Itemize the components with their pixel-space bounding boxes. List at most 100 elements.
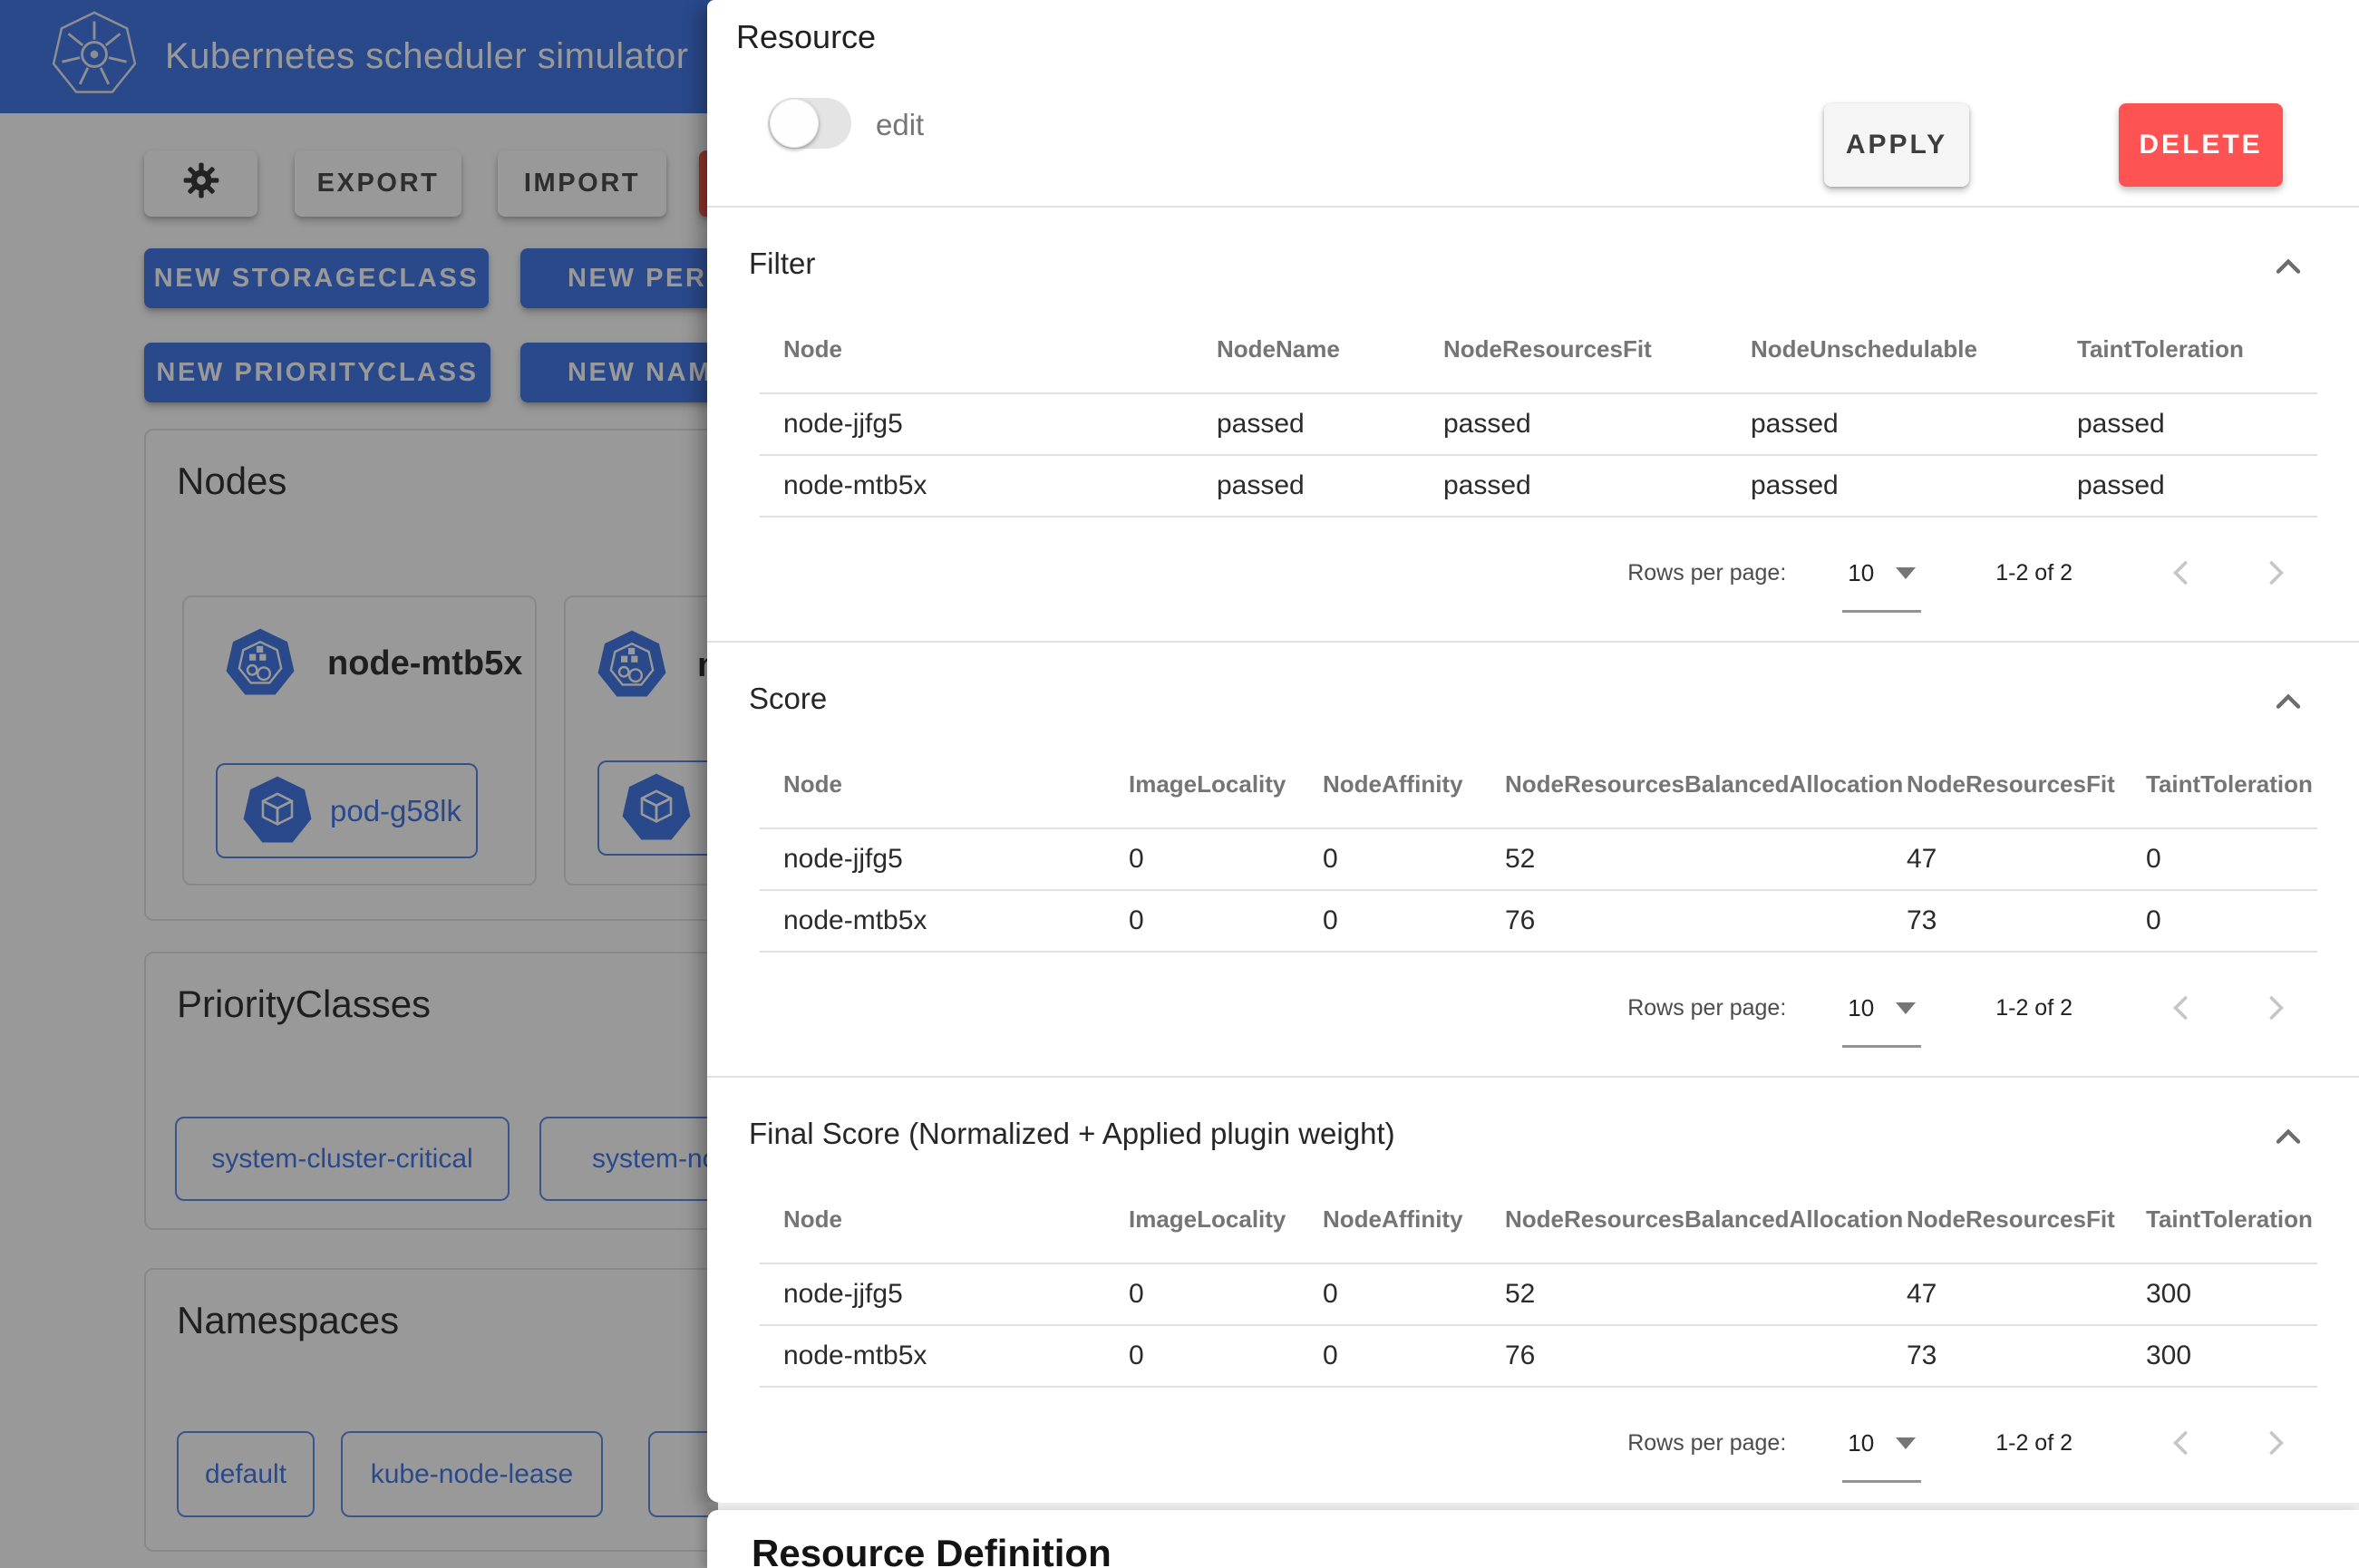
pagination-range: 1-2 of 2 bbox=[1995, 1430, 2073, 1457]
result-section: Filter NodeNodeNameNodeResourcesFitNodeU… bbox=[707, 208, 2359, 628]
table-cell: passed bbox=[1217, 470, 1443, 501]
edit-toggle-label: edit bbox=[876, 108, 924, 142]
table-cell: 52 bbox=[1505, 844, 1907, 875]
results-table: NodeImageLocalityNodeAffinityNodeResourc… bbox=[760, 1176, 2317, 1388]
column-header: NodeResourcesBalancedAllocation bbox=[1505, 770, 1907, 799]
table-row: node-jjfg5005247300 bbox=[760, 1264, 2317, 1326]
dropdown-caret-icon bbox=[1896, 1437, 1916, 1449]
card-gap bbox=[707, 1503, 2359, 1510]
dropdown-caret-icon bbox=[1896, 567, 1916, 579]
table-cell: passed bbox=[1751, 470, 2077, 501]
table-cell: 0 bbox=[1129, 1341, 1323, 1371]
table-cell: 0 bbox=[2146, 844, 2317, 875]
result-section: Score NodeImageLocalityNodeAffinityNodeR… bbox=[707, 643, 2359, 1063]
table-row: node-jjfg5passedpassedpassedpassed bbox=[760, 394, 2317, 456]
table-cell: passed bbox=[1217, 409, 1443, 440]
table-pagination: Rows per page: 10 1-2 of 2 bbox=[760, 953, 2317, 1063]
pagination-range: 1-2 of 2 bbox=[1995, 560, 2073, 586]
column-header: TaintToleration bbox=[2077, 335, 2317, 363]
table-row: node-mtb5x0076730 bbox=[760, 891, 2317, 953]
column-header: NodeUnschedulable bbox=[1751, 335, 2077, 363]
column-header: Node bbox=[760, 1205, 1129, 1234]
apply-button[interactable]: APPLY bbox=[1824, 103, 1969, 187]
table-cell: 0 bbox=[1129, 1279, 1323, 1310]
rows-per-page-label: Rows per page: bbox=[1627, 995, 1786, 1021]
rows-per-page-value: 10 bbox=[1848, 1429, 1874, 1457]
previous-page-button[interactable] bbox=[2160, 1421, 2203, 1465]
table-cell: passed bbox=[1751, 409, 2077, 440]
column-header: Node bbox=[760, 770, 1129, 799]
table-cell: 47 bbox=[1907, 844, 2146, 875]
resource-title: Resource bbox=[736, 18, 876, 56]
table-cell: 73 bbox=[1907, 1341, 2146, 1371]
column-header: ImageLocality bbox=[1129, 1205, 1323, 1234]
rows-per-page-label: Rows per page: bbox=[1627, 1430, 1786, 1457]
chevron-up-icon[interactable] bbox=[2268, 682, 2308, 722]
table-cell: 52 bbox=[1505, 1279, 1907, 1310]
rows-per-page-select[interactable]: 10 bbox=[1848, 994, 1916, 1022]
edit-toggle[interactable] bbox=[768, 98, 851, 149]
result-section: Final Score (Normalized + Applied plugin… bbox=[707, 1078, 2359, 1498]
chevron-up-icon[interactable] bbox=[2268, 247, 2308, 287]
section-title: Final Score (Normalized + Applied plugin… bbox=[749, 1114, 2359, 1154]
table-header-row: NodeNodeNameNodeResourcesFitNodeUnschedu… bbox=[760, 305, 2317, 394]
table-cell: 300 bbox=[2146, 1341, 2317, 1371]
column-header: NodeResourcesFit bbox=[1907, 770, 2146, 799]
column-header: TaintToleration bbox=[2146, 1205, 2317, 1234]
next-page-button[interactable] bbox=[2254, 986, 2297, 1030]
table-cell: 76 bbox=[1505, 905, 1907, 936]
table-cell: node-mtb5x bbox=[760, 470, 1217, 501]
section-title: Score bbox=[749, 679, 2359, 719]
resource-header: Resource edit APPLY DELETE bbox=[707, 0, 2359, 208]
table-header-row: NodeImageLocalityNodeAffinityNodeResourc… bbox=[760, 1176, 2317, 1264]
column-header: NodeName bbox=[1217, 335, 1443, 363]
result-sections: Filter NodeNodeNameNodeResourcesFitNodeU… bbox=[707, 208, 2359, 1498]
pagination-range: 1-2 of 2 bbox=[1995, 995, 2073, 1021]
chevron-up-icon[interactable] bbox=[2268, 1118, 2308, 1157]
table-row: node-mtb5x007673300 bbox=[760, 1326, 2317, 1388]
previous-page-button[interactable] bbox=[2160, 986, 2203, 1030]
table-cell: passed bbox=[2077, 470, 2317, 501]
table-cell: 0 bbox=[1129, 844, 1323, 875]
table-cell: node-mtb5x bbox=[760, 905, 1129, 936]
rows-per-page-select[interactable]: 10 bbox=[1848, 1429, 1916, 1457]
table-cell: node-jjfg5 bbox=[760, 1279, 1129, 1310]
resource-definition-title: Resource Definition bbox=[752, 1532, 1112, 1568]
table-cell: passed bbox=[1443, 409, 1751, 440]
table-cell: 0 bbox=[2146, 905, 2317, 936]
column-header: NodeResourcesFit bbox=[1443, 335, 1751, 363]
table-pagination: Rows per page: 10 1-2 of 2 bbox=[760, 1388, 2317, 1498]
column-header: NodeAffinity bbox=[1323, 770, 1505, 799]
table-header-row: NodeImageLocalityNodeAffinityNodeResourc… bbox=[760, 740, 2317, 829]
results-table: NodeNodeNameNodeResourcesFitNodeUnschedu… bbox=[760, 305, 2317, 518]
column-header: ImageLocality bbox=[1129, 770, 1323, 799]
section-title: Filter bbox=[749, 244, 2359, 284]
delete-button[interactable]: DELETE bbox=[2119, 103, 2283, 187]
rows-per-page-value: 10 bbox=[1848, 994, 1874, 1022]
table-cell: node-jjfg5 bbox=[760, 409, 1217, 440]
rows-per-page-select[interactable]: 10 bbox=[1848, 559, 1916, 587]
column-header: Node bbox=[760, 335, 1217, 363]
rows-per-page-value: 10 bbox=[1848, 559, 1874, 587]
table-pagination: Rows per page: 10 1-2 of 2 bbox=[760, 518, 2317, 628]
table-row: node-mtb5xpassedpassedpassedpassed bbox=[760, 456, 2317, 518]
results-table: NodeImageLocalityNodeAffinityNodeResourc… bbox=[760, 740, 2317, 953]
table-cell: 0 bbox=[1323, 1279, 1505, 1310]
column-header: NodeResourcesBalancedAllocation bbox=[1505, 1205, 1907, 1234]
next-page-button[interactable] bbox=[2254, 1421, 2297, 1465]
column-header: NodeAffinity bbox=[1323, 1205, 1505, 1234]
table-cell: 73 bbox=[1907, 905, 2146, 936]
table-cell: 0 bbox=[1129, 905, 1323, 936]
table-cell: 300 bbox=[2146, 1279, 2317, 1310]
table-cell: 76 bbox=[1505, 1341, 1907, 1371]
table-cell: 47 bbox=[1907, 1279, 2146, 1310]
table-cell: passed bbox=[2077, 409, 2317, 440]
rows-per-page-label: Rows per page: bbox=[1627, 560, 1786, 586]
table-cell: passed bbox=[1443, 470, 1751, 501]
table-cell: 0 bbox=[1323, 1341, 1505, 1371]
scheduling-results-card: Resource edit APPLY DELETE Filter NodeNo… bbox=[707, 0, 2359, 1503]
next-page-button[interactable] bbox=[2254, 551, 2297, 595]
table-cell: 0 bbox=[1323, 905, 1505, 936]
dropdown-caret-icon bbox=[1896, 1002, 1916, 1014]
previous-page-button[interactable] bbox=[2160, 551, 2203, 595]
